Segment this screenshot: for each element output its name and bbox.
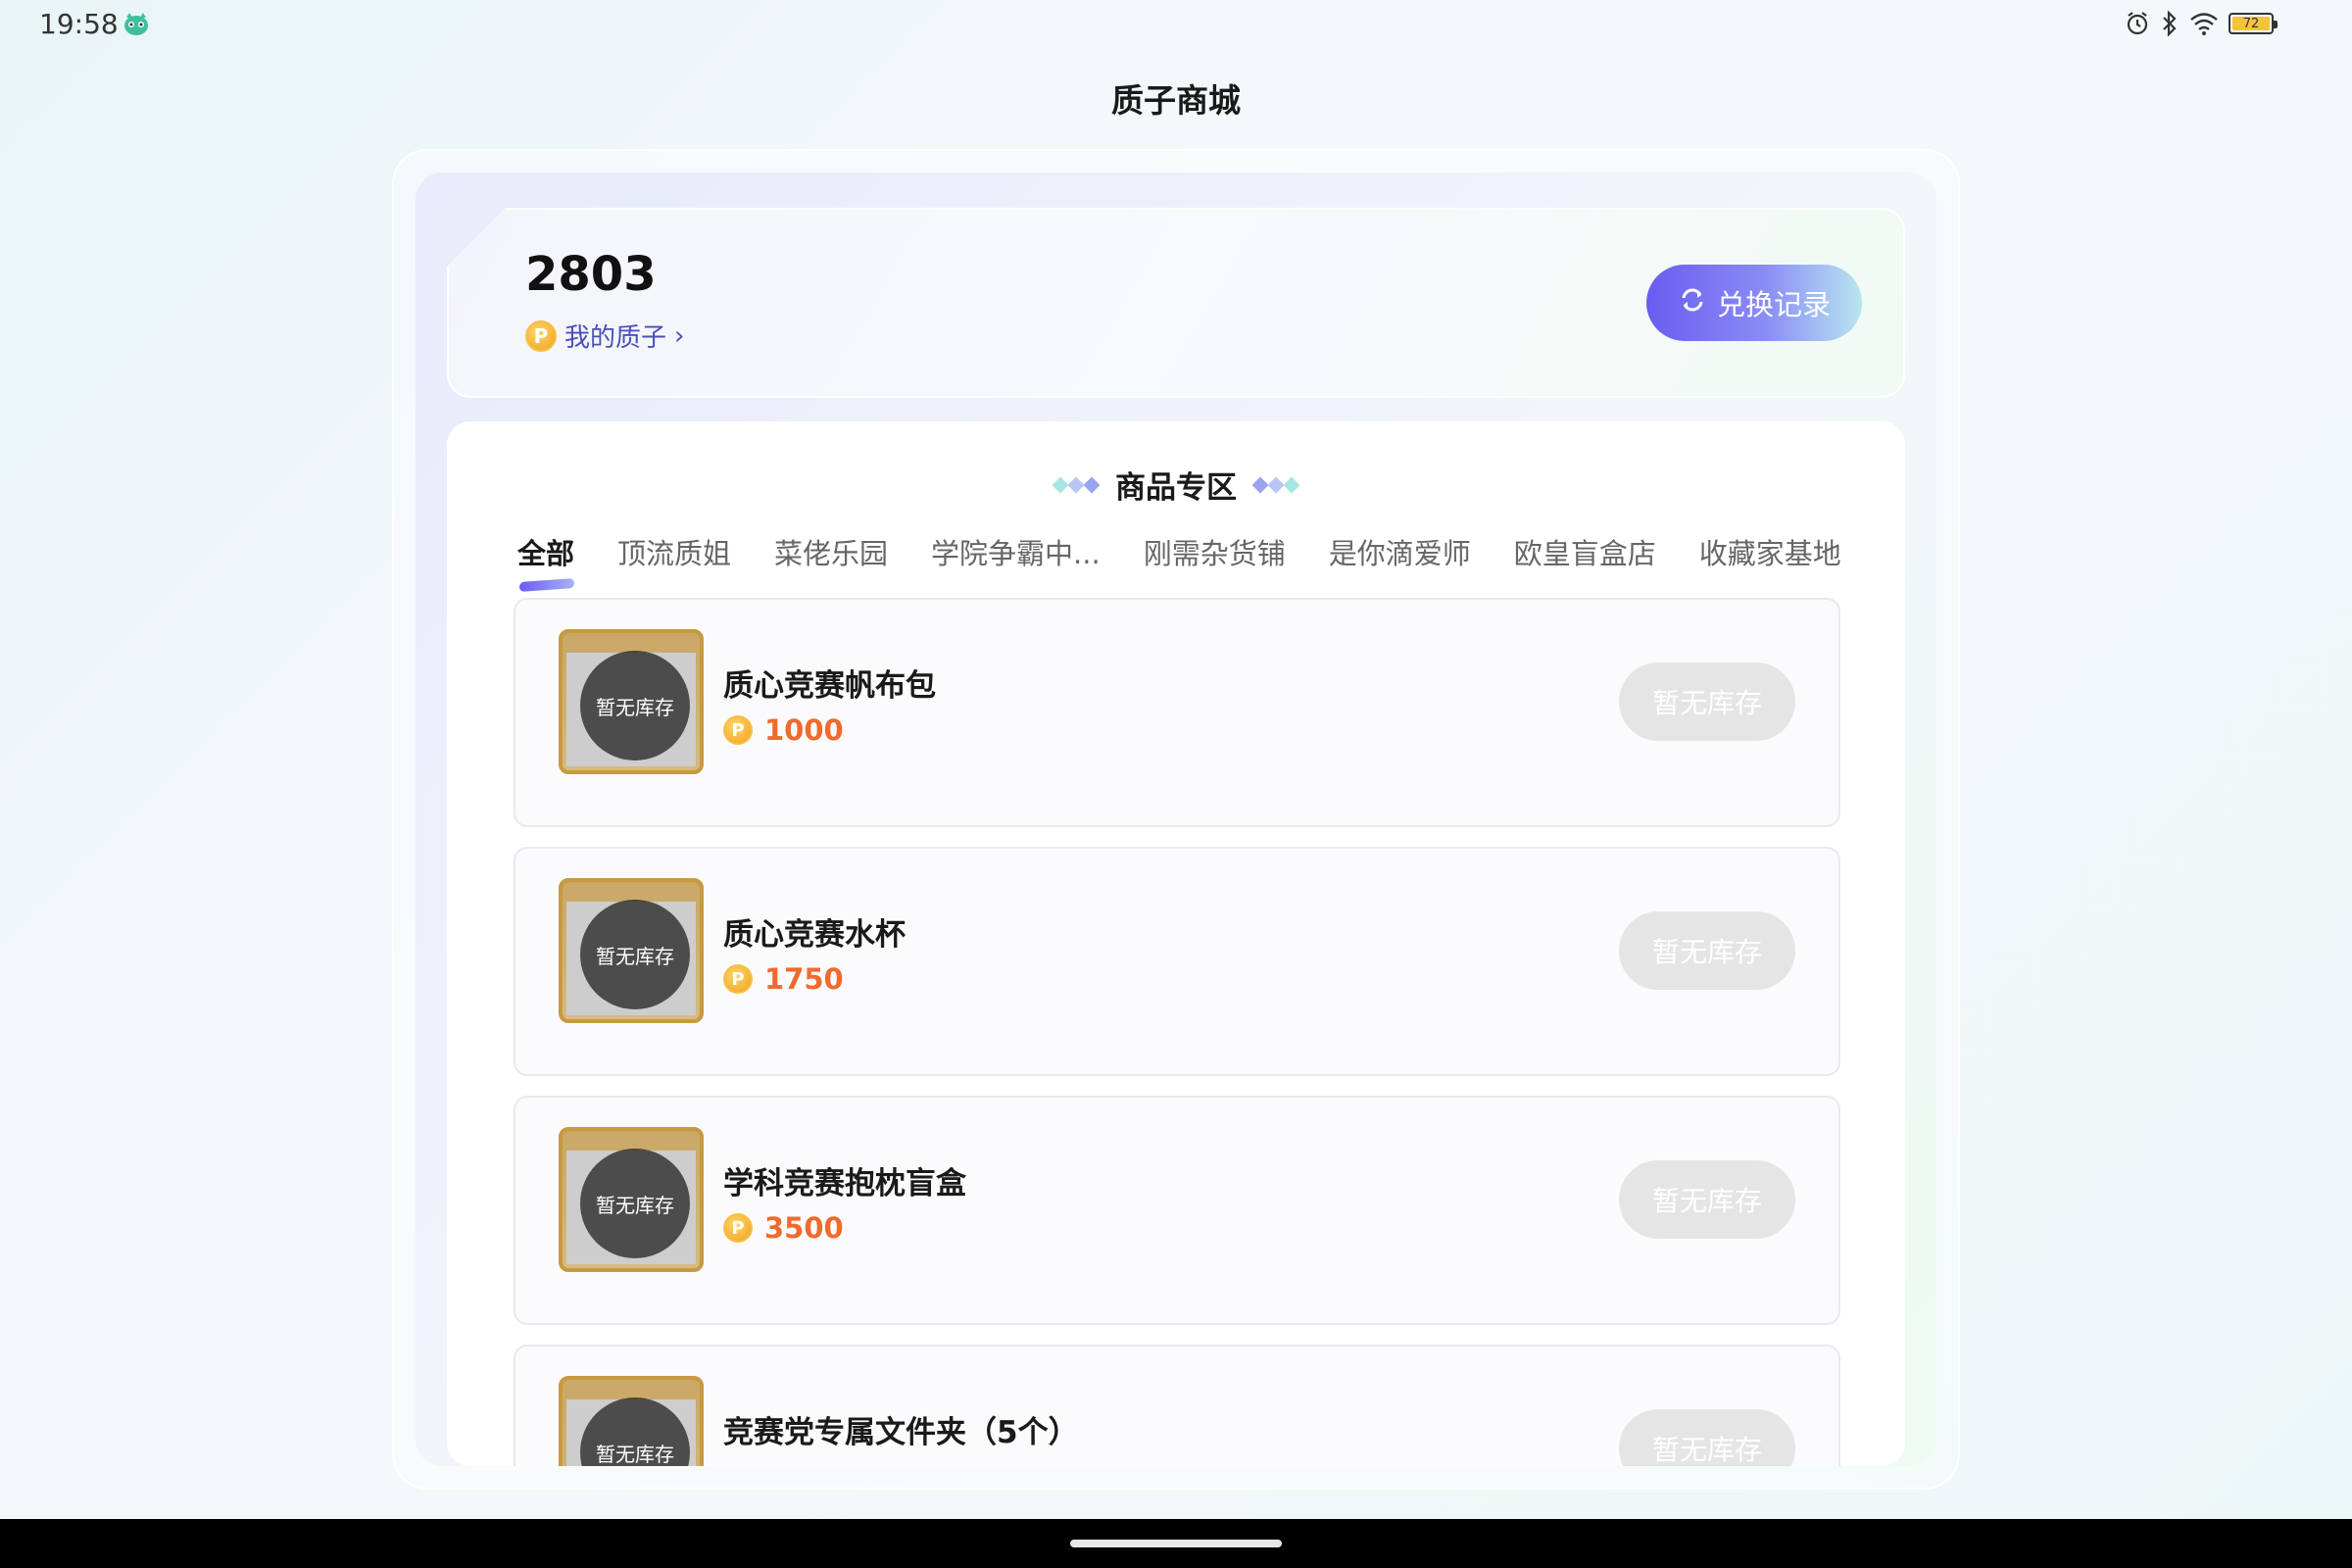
coin-icon: P — [723, 1213, 753, 1243]
exchange-history-label: 兑换记录 — [1716, 288, 1831, 321]
product-card[interactable]: 暂无库存 竞赛党专属文件夹（5个） 暂无库存 — [514, 1345, 1840, 1466]
home-indicator[interactable] — [1070, 1540, 1282, 1547]
tab-all[interactable]: 全部 — [517, 531, 575, 592]
product-thumbnail: 暂无库存 — [559, 1127, 704, 1272]
product-thumbnail: 暂无库存 — [559, 878, 704, 1023]
product-thumbnail: 暂无库存 — [559, 1376, 704, 1466]
product-card[interactable]: 暂无库存 质心竞赛水杯 P 1750 暂无库存 — [514, 847, 1840, 1076]
tab-label: 菜佬乐园 — [774, 537, 889, 570]
decor-dots-right-icon — [1251, 476, 1300, 493]
tab-label: 全部 — [517, 537, 575, 570]
product-name: 学科竞赛抱枕盲盒 — [723, 1166, 966, 1201]
out-of-stock-overlay: 暂无库存 — [580, 900, 690, 1009]
tab-blind-box[interactable]: 欧皇盲盒店 — [1514, 531, 1656, 572]
coin-icon: P — [723, 715, 753, 745]
decor-dots-left-icon — [1052, 476, 1101, 493]
product-name: 质心竞赛帆布包 — [723, 668, 936, 704]
tab-label: 欧皇盲盒店 — [1513, 537, 1656, 570]
price-value: 1000 — [764, 713, 844, 747]
coin-icon: P — [525, 319, 557, 352]
chevron-right-icon: › — [674, 320, 685, 351]
product-price: P 1750 — [723, 962, 844, 996]
tab-label: 学院争霸中... — [931, 537, 1101, 570]
tab-label: 是你滴爱师 — [1328, 537, 1471, 570]
product-price: P 1000 — [723, 713, 844, 747]
battery-icon: 72 — [2229, 13, 2278, 34]
product-name: 竞赛党专属文件夹（5个） — [723, 1415, 1079, 1450]
tab-collector[interactable]: 收藏家基地 — [1699, 531, 1841, 572]
product-name: 质心竞赛水杯 — [723, 917, 906, 953]
my-coins-label: 我的质子 — [564, 323, 667, 353]
section-title: 商品专区 — [1115, 470, 1237, 506]
tab-essentials[interactable]: 刚需杂货铺 — [1144, 531, 1286, 572]
section-header: 商品专区 — [447, 463, 1905, 507]
status-bar: 19:58 72 — [0, 0, 2352, 49]
product-panel: 商品专区 全部 顶流质姐 菜佬乐园 学院争霸中... 刚需杂货铺 是你滴爱师 欧… — [447, 421, 1905, 1466]
redeem-button-disabled[interactable]: 暂无库存 — [1619, 911, 1795, 990]
price-value: 1750 — [764, 962, 844, 996]
out-of-stock-overlay: 暂无库存 — [580, 1149, 690, 1258]
page-title: 质子商城 — [1111, 81, 1241, 120]
tab-top-sister[interactable]: 顶流质姐 — [617, 531, 731, 572]
coin-icon: P — [723, 964, 753, 994]
price-value: 3500 — [764, 1211, 844, 1245]
tab-label: 收藏家基地 — [1698, 537, 1841, 570]
tab-teacher[interactable]: 是你滴爱师 — [1329, 531, 1471, 572]
product-thumbnail: 暂无库存 — [559, 629, 704, 774]
tab-label: 顶流质姐 — [617, 537, 732, 570]
battery-level: 72 — [2232, 17, 2270, 31]
tab-newbie-park[interactable]: 菜佬乐园 — [774, 531, 888, 572]
active-tab-indicator — [519, 578, 574, 592]
alarm-icon — [2125, 11, 2150, 36]
my-coins-link[interactable]: P 我的质子 › — [525, 318, 684, 354]
product-card[interactable]: 暂无库存 学科竞赛抱枕盲盒 P 3500 暂无库存 — [514, 1096, 1840, 1325]
tab-label: 刚需杂货铺 — [1143, 537, 1286, 570]
redeem-button-disabled[interactable]: 暂无库存 — [1619, 1160, 1795, 1239]
wifi-icon — [2189, 11, 2219, 36]
balance-value: 2803 — [525, 247, 657, 302]
app-mascot-icon — [122, 10, 151, 37]
redeem-button-disabled[interactable]: 暂无库存 — [1619, 1409, 1795, 1466]
product-price: P 3500 — [723, 1211, 844, 1245]
category-tabs: 全部 顶流质姐 菜佬乐园 学院争霸中... 刚需杂货铺 是你滴爱师 欧皇盲盒店 … — [517, 531, 1841, 592]
out-of-stock-overlay: 暂无库存 — [580, 651, 690, 760]
status-time: 19:58 — [39, 8, 119, 40]
redeem-button-disabled[interactable]: 暂无库存 — [1619, 662, 1795, 741]
refresh-icon — [1678, 285, 1707, 321]
bluetooth-icon — [2160, 10, 2180, 37]
tab-academy-battle[interactable]: 学院争霸中... — [931, 531, 1101, 572]
exchange-history-button[interactable]: 兑换记录 — [1646, 265, 1862, 341]
product-card[interactable]: 暂无库存 质心竞赛帆布包 P 1000 暂无库存 — [514, 598, 1840, 827]
